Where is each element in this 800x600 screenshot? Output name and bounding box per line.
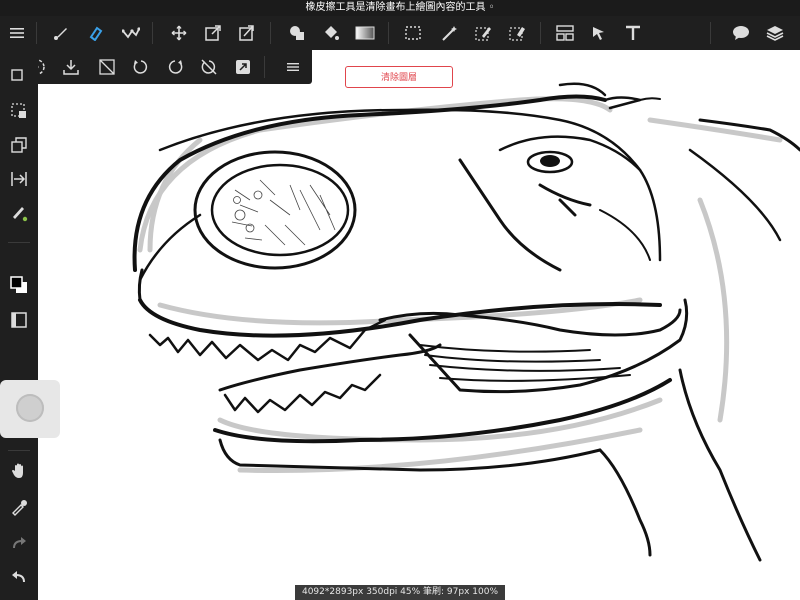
text-icon[interactable] [620,16,646,50]
stroke-icon[interactable] [118,16,144,50]
top-toolbar [0,16,800,50]
magic-wand-icon[interactable] [436,16,462,50]
move-icon[interactable] [166,16,192,50]
layout-icon[interactable] [552,16,578,50]
left-toolbar [0,50,38,600]
shape-icon[interactable] [284,16,310,50]
status-bar: 4092*2893px 350dpi 45% 筆刷: 97px 100% [295,585,505,600]
select-arrow-icon[interactable] [586,16,612,50]
layers-icon[interactable] [762,16,788,50]
eraser-icon[interactable] [82,16,108,50]
drawing-canvas[interactable] [38,50,800,600]
selection-icon[interactable] [6,98,32,124]
layer-move-icon[interactable] [6,64,32,90]
color-brush-icon[interactable] [6,200,32,226]
fill-icon[interactable] [318,16,344,50]
brush-icon[interactable] [48,16,74,50]
menu-icon[interactable] [4,16,30,50]
pen-select-icon[interactable] [470,16,496,50]
erase-select-icon[interactable] [504,16,530,50]
align-icon[interactable] [6,166,32,192]
window-title: 橡皮擦工具是清除畫布上繪圖內容的工具 ◦ [0,0,800,16]
color-swatch-icon[interactable] [6,272,32,298]
transform-icon[interactable] [200,16,226,50]
undo-icon[interactable] [6,564,32,590]
copy-icon[interactable] [6,132,32,158]
distort-icon[interactable] [234,16,260,50]
canvas-icon[interactable] [6,307,32,333]
gradient-icon[interactable] [352,16,378,50]
comment-icon[interactable] [728,16,754,50]
eyedropper-icon[interactable] [6,494,32,520]
hand-icon[interactable] [6,458,32,484]
rect-select-icon[interactable] [400,16,426,50]
redo-icon[interactable] [6,530,32,556]
